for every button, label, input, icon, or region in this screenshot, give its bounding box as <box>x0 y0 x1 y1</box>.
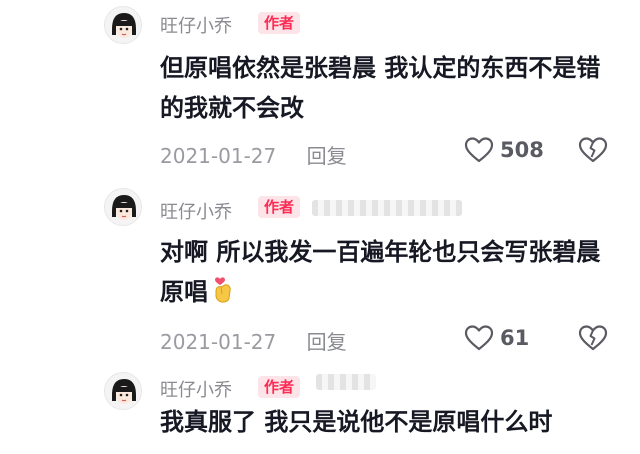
like-count: 61 <box>500 326 530 350</box>
username[interactable]: 旺仔小乔 <box>160 12 232 38</box>
author-badge: 作者 <box>258 376 301 398</box>
heart-outline-icon <box>464 137 494 163</box>
comment-date: 2021-01-27 <box>160 144 277 168</box>
author-badge: 作者 <box>258 196 301 218</box>
comment-date: 2021-01-27 <box>160 330 277 354</box>
like-button[interactable]: 61 <box>464 324 529 352</box>
comment-meta: 2021-01-27 回复 <box>160 140 347 169</box>
avatar[interactable] <box>104 188 142 226</box>
like-count: 508 <box>500 138 544 162</box>
username[interactable]: 旺仔小乔 <box>160 198 232 224</box>
reply-button[interactable]: 回复 <box>307 144 347 168</box>
redacted-text <box>312 200 462 216</box>
heart-outline-icon <box>464 325 494 351</box>
watermark-fade <box>560 420 640 454</box>
avatar-image <box>105 373 141 409</box>
dislike-button[interactable] <box>578 324 608 356</box>
comment-text: 对啊 所以我发一百遍年轮也只会写张碧晨原唱 <box>160 232 610 316</box>
broken-heart-icon <box>578 325 608 351</box>
comment-text: 我真服了 我只是说他不是原唱什么时 <box>160 408 553 436</box>
comment-meta: 2021-01-27 回复 <box>160 326 347 355</box>
comment-item: 旺仔小乔 作者 我真服了 我只是说他不是原唱什么时 <box>0 364 640 454</box>
redacted-text <box>316 374 376 390</box>
username[interactable]: 旺仔小乔 <box>160 376 232 402</box>
avatar[interactable] <box>104 6 142 44</box>
finger-heart-emoji <box>210 274 236 316</box>
avatar[interactable] <box>104 372 142 410</box>
comment-text: 但原唱依然是张碧晨 我认定的东西不是错的我就不会改 <box>160 54 601 122</box>
author-badge: 作者 <box>258 12 301 34</box>
comment-item: 旺仔小乔 作者 但原唱依然是张碧晨 我认定的东西不是错的我就不会改 2021-0… <box>0 0 640 176</box>
broken-heart-icon <box>578 137 608 163</box>
comment-item: 旺仔小乔 作者 对啊 所以我发一百遍年轮也只会写张碧晨原唱 2021-01-27… <box>0 176 640 364</box>
reply-button[interactable]: 回复 <box>307 330 347 354</box>
avatar-image <box>105 7 141 43</box>
dislike-button[interactable] <box>578 136 608 168</box>
comment-list: 旺仔小乔 作者 但原唱依然是张碧晨 我认定的东西不是错的我就不会改 2021-0… <box>0 0 640 454</box>
avatar-image <box>105 189 141 225</box>
like-button[interactable]: 508 <box>464 136 544 164</box>
